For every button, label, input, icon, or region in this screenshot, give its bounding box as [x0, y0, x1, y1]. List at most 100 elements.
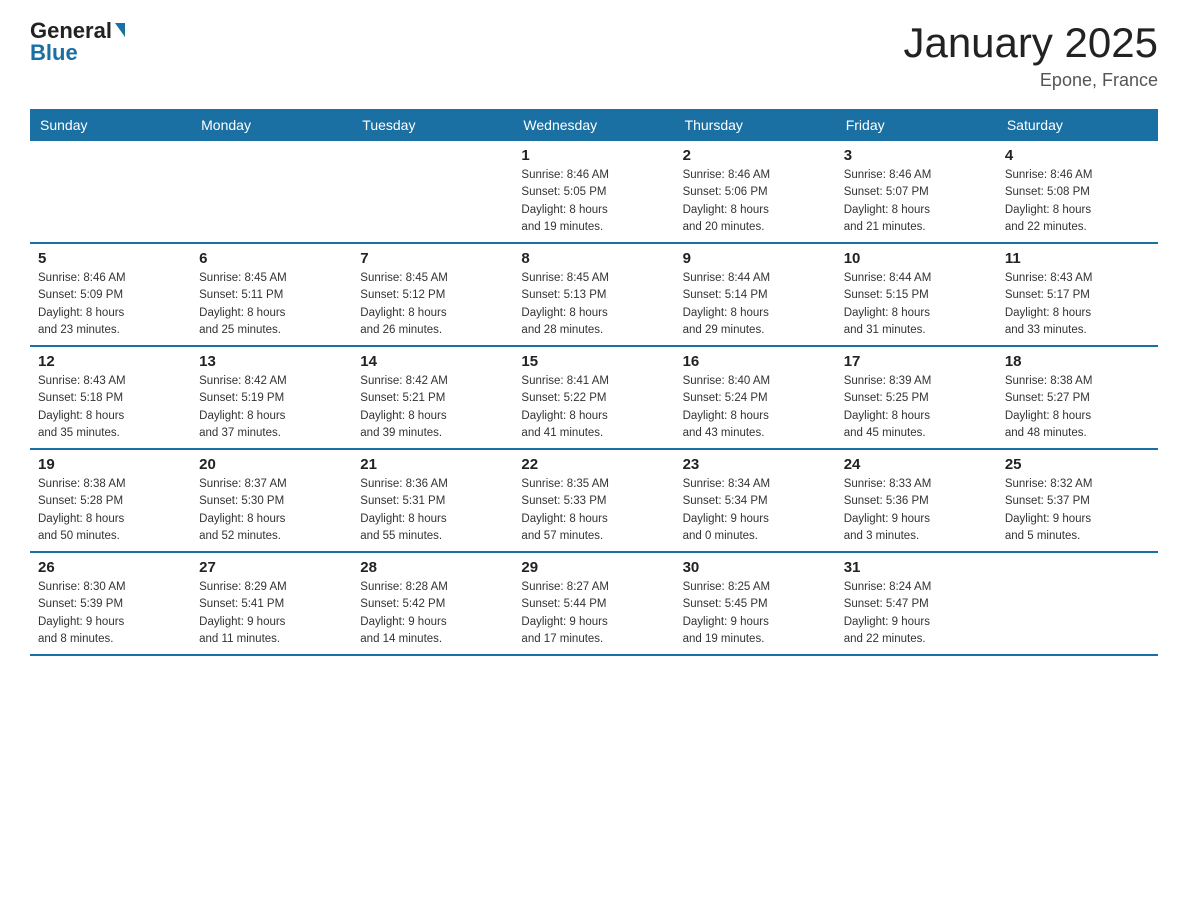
day-cell: 28 Sunrise: 8:28 AM Sunset: 5:42 PM Dayli… — [352, 552, 513, 655]
header-row: SundayMondayTuesdayWednesdayThursdayFrid… — [30, 109, 1158, 141]
title-area: January 2025 Epone, France — [903, 20, 1158, 91]
day-number: 11 — [1005, 250, 1150, 267]
day-number: 22 — [521, 456, 666, 473]
day-cell: 22 Sunrise: 8:35 AM Sunset: 5:33 PM Dayli… — [513, 449, 674, 552]
day-cell: 14 Sunrise: 8:42 AM Sunset: 5:21 PM Dayli… — [352, 346, 513, 449]
week-row-1: 5Sunrise: 8:46 AM Sunset: 5:09 PM Daylig… — [30, 243, 1158, 346]
day-cell: 29 Sunrise: 8:27 AM Sunset: 5:44 PM Dayli… — [513, 552, 674, 655]
day-cell: 19 Sunrise: 8:38 AM Sunset: 5:28 PM Dayli… — [30, 449, 191, 552]
day-number: 25 — [1005, 456, 1150, 473]
day-cell: 30 Sunrise: 8:25 AM Sunset: 5:45 PM Dayli… — [675, 552, 836, 655]
day-info: Sunrise: 8:46 AM Sunset: 5:05 PM Dayligh… — [521, 167, 666, 236]
week-row-3: 19 Sunrise: 8:38 AM Sunset: 5:28 PM Dayli… — [30, 449, 1158, 552]
day-cell: 27 Sunrise: 8:29 AM Sunset: 5:41 PM Dayli… — [191, 552, 352, 655]
day-info: Sunrise: 8:25 AM Sunset: 5:45 PM Dayligh… — [683, 579, 828, 648]
day-cell: 3Sunrise: 8:46 AM Sunset: 5:07 PM Daylig… — [836, 141, 997, 243]
day-number: 16 — [683, 353, 828, 370]
day-cell — [30, 141, 191, 243]
day-info: Sunrise: 8:45 AM Sunset: 5:13 PM Dayligh… — [521, 270, 666, 339]
header-cell-tuesday: Tuesday — [352, 109, 513, 141]
day-info: Sunrise: 8:37 AM Sunset: 5:30 PM Dayligh… — [199, 476, 344, 545]
day-info: Sunrise: 8:44 AM Sunset: 5:14 PM Dayligh… — [683, 270, 828, 339]
header-cell-sunday: Sunday — [30, 109, 191, 141]
calendar-title: January 2025 — [903, 20, 1158, 66]
day-number: 31 — [844, 559, 989, 576]
day-number: 4 — [1005, 147, 1150, 164]
day-cell: 18Sunrise: 8:38 AM Sunset: 5:27 PM Dayli… — [997, 346, 1158, 449]
day-info: Sunrise: 8:29 AM Sunset: 5:41 PM Dayligh… — [199, 579, 344, 648]
day-info: Sunrise: 8:38 AM Sunset: 5:27 PM Dayligh… — [1005, 373, 1150, 442]
day-cell: 6 Sunrise: 8:45 AM Sunset: 5:11 PM Daylig… — [191, 243, 352, 346]
day-info: Sunrise: 8:27 AM Sunset: 5:44 PM Dayligh… — [521, 579, 666, 648]
day-number: 27 — [199, 559, 344, 576]
day-cell: 17Sunrise: 8:39 AM Sunset: 5:25 PM Dayli… — [836, 346, 997, 449]
day-cell: 15Sunrise: 8:41 AM Sunset: 5:22 PM Dayli… — [513, 346, 674, 449]
day-number: 1 — [521, 147, 666, 164]
day-cell — [997, 552, 1158, 655]
calendar-header: SundayMondayTuesdayWednesdayThursdayFrid… — [30, 109, 1158, 141]
day-cell: 23Sunrise: 8:34 AM Sunset: 5:34 PM Dayli… — [675, 449, 836, 552]
day-number: 21 — [360, 456, 505, 473]
day-info: Sunrise: 8:45 AM Sunset: 5:12 PM Dayligh… — [360, 270, 505, 339]
day-cell: 10 Sunrise: 8:44 AM Sunset: 5:15 PM Dayli… — [836, 243, 997, 346]
day-cell: 21 Sunrise: 8:36 AM Sunset: 5:31 PM Dayli… — [352, 449, 513, 552]
day-info: Sunrise: 8:30 AM Sunset: 5:39 PM Dayligh… — [38, 579, 183, 648]
day-info: Sunrise: 8:46 AM Sunset: 5:09 PM Dayligh… — [38, 270, 183, 339]
day-number: 30 — [683, 559, 828, 576]
day-info: Sunrise: 8:33 AM Sunset: 5:36 PM Dayligh… — [844, 476, 989, 545]
day-info: Sunrise: 8:40 AM Sunset: 5:24 PM Dayligh… — [683, 373, 828, 442]
day-number: 12 — [38, 353, 183, 370]
logo-general-text: General — [30, 20, 112, 42]
header-cell-thursday: Thursday — [675, 109, 836, 141]
week-row-4: 26 Sunrise: 8:30 AM Sunset: 5:39 PM Dayli… — [30, 552, 1158, 655]
day-cell: 5Sunrise: 8:46 AM Sunset: 5:09 PM Daylig… — [30, 243, 191, 346]
day-number: 24 — [844, 456, 989, 473]
day-number: 13 — [199, 353, 344, 370]
week-row-0: 1 Sunrise: 8:46 AM Sunset: 5:05 PM Daylig… — [30, 141, 1158, 243]
day-info: Sunrise: 8:32 AM Sunset: 5:37 PM Dayligh… — [1005, 476, 1150, 545]
day-info: Sunrise: 8:28 AM Sunset: 5:42 PM Dayligh… — [360, 579, 505, 648]
header-cell-friday: Friday — [836, 109, 997, 141]
header-cell-wednesday: Wednesday — [513, 109, 674, 141]
day-cell — [352, 141, 513, 243]
logo: General Blue — [30, 20, 125, 64]
header-cell-monday: Monday — [191, 109, 352, 141]
calendar-body: 1 Sunrise: 8:46 AM Sunset: 5:05 PM Daylig… — [30, 141, 1158, 655]
day-info: Sunrise: 8:42 AM Sunset: 5:21 PM Dayligh… — [360, 373, 505, 442]
day-cell: 13 Sunrise: 8:42 AM Sunset: 5:19 PM Dayli… — [191, 346, 352, 449]
day-info: Sunrise: 8:46 AM Sunset: 5:07 PM Dayligh… — [844, 167, 989, 236]
day-number: 2 — [683, 147, 828, 164]
day-number: 15 — [521, 353, 666, 370]
logo-triangle-icon — [115, 23, 125, 37]
day-number: 14 — [360, 353, 505, 370]
day-info: Sunrise: 8:38 AM Sunset: 5:28 PM Dayligh… — [38, 476, 183, 545]
day-number: 28 — [360, 559, 505, 576]
day-info: Sunrise: 8:35 AM Sunset: 5:33 PM Dayligh… — [521, 476, 666, 545]
day-cell: 8 Sunrise: 8:45 AM Sunset: 5:13 PM Daylig… — [513, 243, 674, 346]
day-info: Sunrise: 8:43 AM Sunset: 5:17 PM Dayligh… — [1005, 270, 1150, 339]
day-number: 8 — [521, 250, 666, 267]
header-cell-saturday: Saturday — [997, 109, 1158, 141]
day-number: 19 — [38, 456, 183, 473]
day-number: 10 — [844, 250, 989, 267]
day-number: 29 — [521, 559, 666, 576]
day-cell: 16 Sunrise: 8:40 AM Sunset: 5:24 PM Dayli… — [675, 346, 836, 449]
day-info: Sunrise: 8:42 AM Sunset: 5:19 PM Dayligh… — [199, 373, 344, 442]
calendar-location: Epone, France — [903, 70, 1158, 91]
day-info: Sunrise: 8:24 AM Sunset: 5:47 PM Dayligh… — [844, 579, 989, 648]
day-number: 20 — [199, 456, 344, 473]
day-number: 23 — [683, 456, 828, 473]
day-number: 7 — [360, 250, 505, 267]
logo-blue-text: Blue — [30, 42, 78, 64]
day-cell: 25 Sunrise: 8:32 AM Sunset: 5:37 PM Dayli… — [997, 449, 1158, 552]
day-number: 26 — [38, 559, 183, 576]
day-info: Sunrise: 8:44 AM Sunset: 5:15 PM Dayligh… — [844, 270, 989, 339]
day-cell: 7 Sunrise: 8:45 AM Sunset: 5:12 PM Daylig… — [352, 243, 513, 346]
day-cell: 4Sunrise: 8:46 AM Sunset: 5:08 PM Daylig… — [997, 141, 1158, 243]
day-info: Sunrise: 8:36 AM Sunset: 5:31 PM Dayligh… — [360, 476, 505, 545]
day-info: Sunrise: 8:45 AM Sunset: 5:11 PM Dayligh… — [199, 270, 344, 339]
day-cell: 24 Sunrise: 8:33 AM Sunset: 5:36 PM Dayli… — [836, 449, 997, 552]
day-cell: 2Sunrise: 8:46 AM Sunset: 5:06 PM Daylig… — [675, 141, 836, 243]
day-cell: 9Sunrise: 8:44 AM Sunset: 5:14 PM Daylig… — [675, 243, 836, 346]
day-number: 6 — [199, 250, 344, 267]
